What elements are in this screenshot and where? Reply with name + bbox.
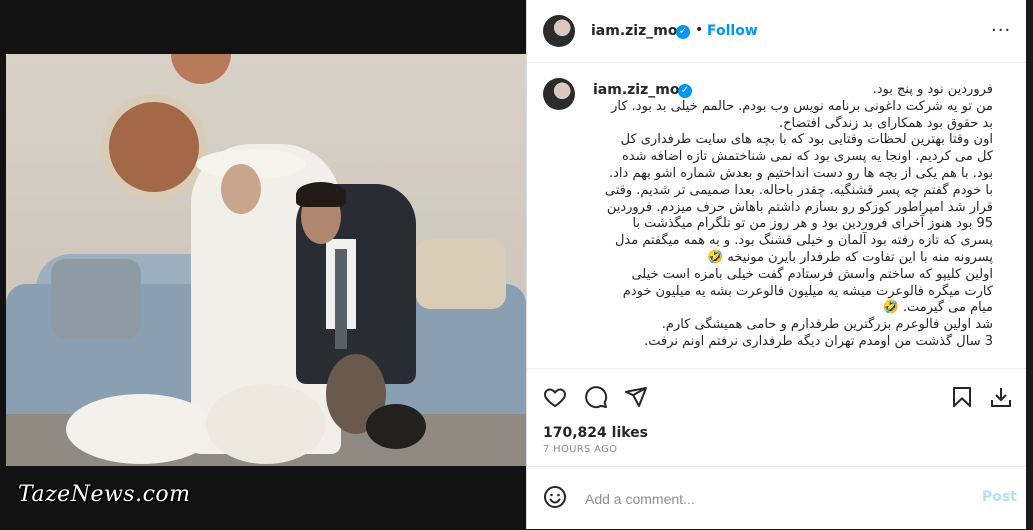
caption-line: پسرونه منه با این تفاوت که طرفدار بایرن … (707, 249, 993, 265)
caption-line: میام می گیرمت. 🤣 (882, 300, 993, 316)
photo-pillow (51, 259, 141, 339)
caption-line: من تو یه شرکت داغونی برنامه نویس وب بودم… (611, 98, 993, 114)
caption-line: اون وقتا بهترین لحظات وقتایی بود که با ب… (620, 132, 993, 148)
caption-line: قرار شد امپراطور کوزکو رو بسازم داشتم با… (606, 199, 993, 215)
photo-cat (366, 404, 426, 449)
caption-area: iam.ziz_mou ✓ فروردین نود و پنج بود. من ت… (527, 62, 1027, 368)
comment-input[interactable] (583, 488, 947, 510)
follow-button[interactable]: Follow (707, 23, 758, 39)
caption-line: بد حقوق بود همکارای بد زندگی افتضاح. (778, 115, 993, 131)
caption-text: فروردین نود و پنج بود. من تو یه شرکت داغو… (543, 82, 993, 351)
photo-groom-hair (296, 182, 346, 207)
caption-line: شد اولین فالوعرم بزرگترین طرفدارم و حامی… (661, 317, 993, 333)
emoji-icon[interactable] (543, 485, 567, 509)
action-bar (527, 368, 1027, 425)
photo-mirror (101, 94, 207, 200)
post-comment-button[interactable]: Post (982, 489, 1017, 505)
bookmark-icon[interactable] (950, 385, 974, 409)
caption-line: کل می کردیم. اونجا یه پسری بود که نمی شن… (621, 149, 993, 165)
post-photo[interactable] (6, 54, 526, 466)
author-handle[interactable]: iam.ziz_mou (591, 23, 687, 39)
caption-line: پسری که تازه رفته بود آلمان و خیلی قشنگ … (614, 233, 993, 249)
caption-line: با خودم گفتم چه پسر قشنگیه. چقدر باحاله.… (604, 182, 993, 198)
post-header: iam.ziz_mou ✓ • Follow ··· (527, 0, 1027, 63)
author-avatar[interactable] (543, 15, 575, 47)
comment-bar: Post (527, 466, 1027, 530)
verified-badge-icon: ✓ (676, 25, 690, 39)
site-watermark: TazeNews.com (18, 482, 191, 507)
like-count[interactable]: 170,824 likes (543, 425, 648, 441)
caption-line: کارت میگره فالوعرت میشه یه میلیون فالوعر… (622, 283, 993, 299)
photo-bride-face (221, 164, 261, 214)
photo-pillow (416, 239, 506, 309)
comment-icon[interactable] (584, 385, 608, 409)
photo-cat (66, 394, 216, 464)
caption-line: 3 سال گذشت من اومدم تهران دیگه طرفداری ن… (644, 333, 993, 349)
heart-icon[interactable] (543, 385, 567, 409)
caption-line: بود. با هم یکی از بچه ها رو دست انداختیم… (609, 165, 993, 181)
separator-dot: • (695, 22, 704, 38)
post-timestamp[interactable]: 7 HOURS AGO (543, 444, 617, 455)
photo-cat (206, 384, 326, 464)
caption-line: فروردین نود و پنج بود. (872, 82, 993, 97)
send-icon[interactable] (624, 385, 648, 409)
page-scrollbar[interactable] (1026, 0, 1033, 529)
photo-tie (335, 249, 347, 349)
caption-line: 95 بود هنوز آخرای فروردین بود و هر روز م… (632, 216, 993, 232)
download-icon[interactable] (989, 385, 1013, 409)
post-side-panel: iam.ziz_mou ✓ • Follow ··· iam.ziz_mou ✓… (526, 0, 1027, 529)
caption-line: اولین کلیپو که ساختم واسش فرستادم گفت خی… (631, 266, 993, 282)
more-options-icon[interactable]: ··· (991, 20, 1011, 41)
